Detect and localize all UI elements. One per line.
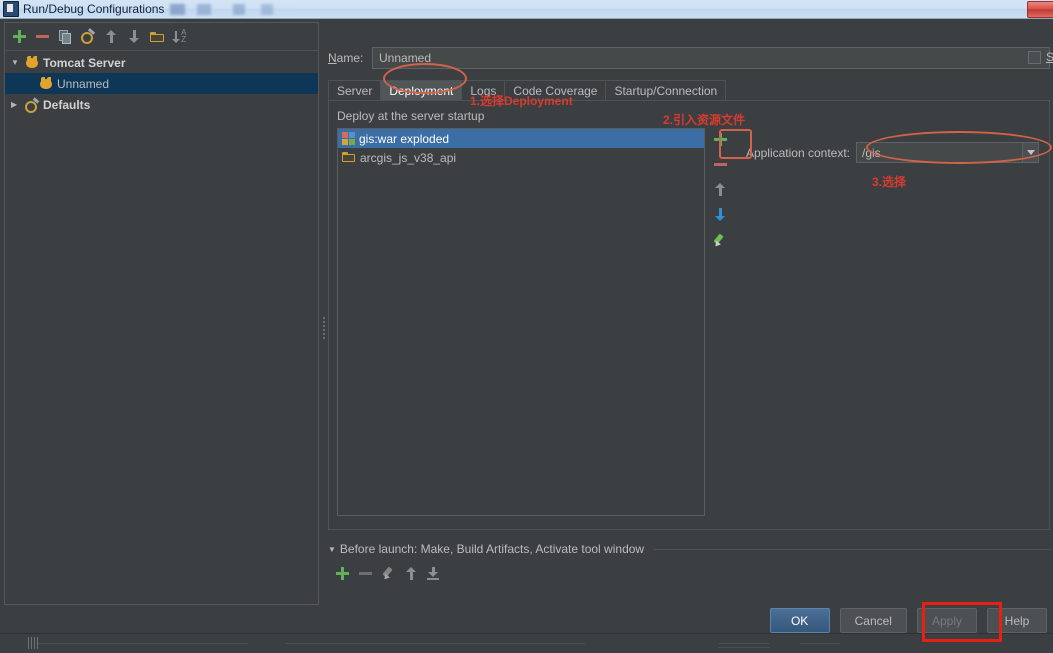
help-button[interactable]: Help <box>987 608 1047 633</box>
tree-item-unnamed[interactable]: ▼ ▼ Unnamed <box>5 73 318 94</box>
tomcat-icon <box>25 55 40 70</box>
window-titlebar: Run/Debug Configurations <box>0 0 1053 19</box>
chevron-down-icon[interactable] <box>1022 143 1038 162</box>
list-item-label: arcgis_js_v38_api <box>360 150 457 165</box>
deploy-at-startup-label: Deploy at the server startup <box>337 109 485 123</box>
tree-item-defaults[interactable]: ▶ Defaults <box>5 94 318 115</box>
wrench-icon <box>81 30 95 44</box>
tab-logs[interactable]: Logs <box>461 80 506 101</box>
window-title: Run/Debug Configurations <box>23 2 165 16</box>
share-label: Share <box>1045 50 1053 64</box>
edit-defaults-button[interactable] <box>78 27 98 47</box>
name-input[interactable] <box>372 47 1050 69</box>
before-launch-move-up-button[interactable] <box>406 566 417 580</box>
remove-configuration-button[interactable] <box>32 27 52 47</box>
copy-configuration-button[interactable] <box>55 27 75 47</box>
run-debug-configurations-dialog: AZ ▼ Tomcat Server ▼ ▼ Unnamed ▶ Default… <box>0 19 1053 633</box>
sort-configurations-button[interactable]: AZ <box>170 27 190 47</box>
tab-deployment[interactable]: Deployment <box>380 80 463 101</box>
arrow-up-icon <box>105 30 117 43</box>
minus-icon <box>713 163 727 166</box>
list-item[interactable]: gis:war exploded <box>338 129 705 148</box>
move-down-button[interactable] <box>124 27 144 47</box>
chevron-down-icon[interactable]: ▼ <box>328 545 336 554</box>
application-context-input[interactable] <box>857 143 1022 162</box>
artifacts-toolbar <box>707 128 734 516</box>
move-up-button[interactable] <box>101 27 121 47</box>
deployment-artifacts-list[interactable]: gis:war exploded arcgis_js_v38_api <box>337 128 706 516</box>
tab-code-coverage[interactable]: Code Coverage <box>504 80 607 101</box>
add-configuration-button[interactable] <box>9 27 29 47</box>
name-row: Name: Share <box>328 47 1053 69</box>
plus-icon <box>713 133 727 146</box>
sidebar-toolbar: AZ <box>5 23 318 51</box>
add-artifact-button[interactable] <box>709 130 731 149</box>
artifact-icon <box>342 132 355 145</box>
tomcat-icon <box>39 76 54 91</box>
name-label: Name: <box>328 51 364 65</box>
application-context-combo[interactable] <box>856 142 1039 163</box>
app-icon <box>3 1 19 17</box>
move-artifact-down-button[interactable] <box>709 205 731 224</box>
resize-grip-icon <box>28 637 38 649</box>
arrow-down-icon <box>714 208 726 221</box>
before-launch-move-down-button[interactable] <box>427 566 439 580</box>
chevron-down-icon[interactable]: ▼ <box>11 58 25 67</box>
background-window-strip <box>0 633 1053 653</box>
minus-icon <box>35 35 49 38</box>
edit-before-launch-task-button[interactable] <box>382 566 396 580</box>
defaults-icon <box>25 98 40 113</box>
blurred-project-name <box>170 3 301 15</box>
configurations-sidebar: AZ ▼ Tomcat Server ▼ ▼ Unnamed ▶ Default… <box>4 22 319 605</box>
configuration-tabs: Server Deployment Logs Code Coverage Sta… <box>328 80 1050 101</box>
tree-item-label: Unnamed <box>57 76 110 91</box>
tree-item-label: Defaults <box>43 97 91 112</box>
share-checkbox[interactable] <box>1027 50 1041 64</box>
close-icon[interactable] <box>1027 1 1053 18</box>
configurations-tree: ▼ Tomcat Server ▼ ▼ Unnamed ▶ Defaults <box>5 51 318 115</box>
sidebar-splitter-handle[interactable] <box>320 315 327 343</box>
cancel-button[interactable]: Cancel <box>839 608 907 633</box>
before-launch-label: Before launch: Make, Build Artifacts, Ac… <box>339 542 645 556</box>
apply-button[interactable]: Apply <box>916 608 977 633</box>
tree-item-tomcat-server[interactable]: ▼ Tomcat Server <box>5 52 318 73</box>
ok-button[interactable]: OK <box>769 608 830 633</box>
list-item[interactable]: arcgis_js_v38_api <box>338 148 704 167</box>
edit-artifact-button[interactable] <box>709 230 731 249</box>
pencil-icon <box>713 233 727 247</box>
chevron-right-icon[interactable]: ▶ <box>11 100 25 109</box>
create-folder-button[interactable] <box>147 27 167 47</box>
arrow-down-icon <box>128 30 140 43</box>
before-launch-toolbar <box>328 566 1050 580</box>
dialog-buttons: OK Cancel Apply Help <box>769 608 1047 633</box>
deployment-tab-panel: Deploy at the server startup gis:war exp… <box>328 100 1050 530</box>
application-context-area: Application context: <box>734 128 1039 516</box>
sort-icon: AZ <box>172 29 187 44</box>
plus-icon <box>12 30 26 43</box>
tab-startup-connection[interactable]: Startup/Connection <box>605 80 727 101</box>
section-divider <box>654 548 1050 550</box>
arrow-up-icon <box>714 183 726 196</box>
move-artifact-up-button[interactable] <box>709 180 731 199</box>
copy-icon <box>59 30 71 44</box>
before-launch-section: ▼ Before launch: Make, Build Artifacts, … <box>328 542 1050 556</box>
remove-before-launch-task-button[interactable] <box>359 571 372 575</box>
folder-icon <box>342 152 356 163</box>
add-before-launch-task-button[interactable] <box>336 566 349 580</box>
application-context-label: Application context: <box>745 145 850 160</box>
folder-icon <box>150 31 164 42</box>
share-checkbox-group[interactable]: Share <box>1027 50 1053 64</box>
configuration-editor-pane: Name: Share Server Deployment Logs Code … <box>328 22 1053 633</box>
tab-server[interactable]: Server <box>328 80 382 101</box>
list-item-label: gis:war exploded <box>359 131 450 146</box>
remove-artifact-button[interactable] <box>709 155 731 174</box>
tree-item-label: Tomcat Server <box>43 55 126 70</box>
